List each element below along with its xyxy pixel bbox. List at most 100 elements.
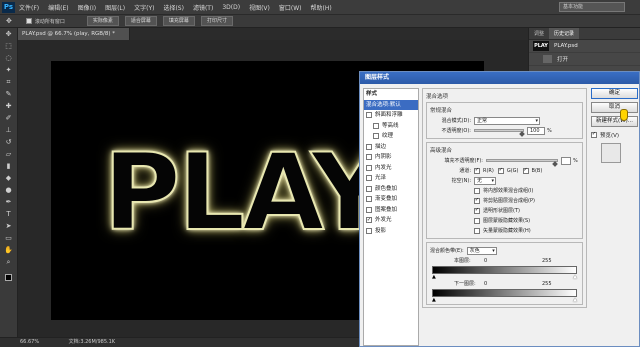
style-checkbox[interactable] <box>366 143 372 150</box>
underlying-layer-sliders[interactable]: ▲ ▲ <box>432 297 577 303</box>
advanced-option[interactable]: 将内部效果混合成组(I) <box>430 186 579 195</box>
new-style-button[interactable]: 新建样式(W)... <box>591 116 638 127</box>
fill-opacity-input[interactable] <box>561 156 571 165</box>
menu-edit[interactable]: 编辑(E) <box>48 3 68 12</box>
scroll-all-checkbox[interactable] <box>25 18 32 24</box>
advanced-option[interactable]: ✓ 透明形状图层(T) <box>430 206 579 215</box>
style-list-item[interactable]: 样式 <box>364 89 418 100</box>
style-checkbox[interactable] <box>366 112 372 119</box>
pen-tool-icon[interactable]: ✒ <box>3 197 15 208</box>
knockout-select[interactable]: 无 ▾ <box>474 176 496 185</box>
print-size-button[interactable]: 打印尺寸 <box>200 16 233 26</box>
move-tool-icon[interactable]: ✥ <box>3 29 15 40</box>
type-tool-icon[interactable]: T <box>3 209 15 220</box>
history-item-open[interactable]: 打开 <box>529 53 640 66</box>
workspace-selector[interactable]: 基本功能 <box>559 2 625 12</box>
menu-image[interactable]: 图像(I) <box>78 3 96 12</box>
opacity-input[interactable]: 100 <box>527 126 545 135</box>
style-checkbox-checked[interactable]: ✓ <box>366 217 372 224</box>
style-list-item[interactable]: 投影 <box>364 226 418 237</box>
style-checkbox[interactable] <box>366 154 372 161</box>
style-checkbox[interactable] <box>373 133 379 140</box>
cancel-button[interactable]: 取消 <box>591 102 638 113</box>
menu-window[interactable]: 窗口(W) <box>279 3 302 12</box>
advanced-option[interactable]: ✓ 将剪贴图层混合成组(P) <box>430 196 579 205</box>
scroll-all-windows-option[interactable]: 滚动所有窗口 <box>25 18 65 25</box>
style-checkbox[interactable] <box>366 227 372 234</box>
lasso-tool-icon[interactable]: ◌ <box>3 53 15 64</box>
brush-tool-icon[interactable]: ✐ <box>3 113 15 124</box>
style-list-item[interactable]: 纹理 <box>364 131 418 142</box>
document-tab[interactable]: PLAY.psd @ 66.7% (play, RGB/8) * <box>18 28 130 40</box>
option-checkbox[interactable] <box>474 227 480 234</box>
path-selection-tool-icon[interactable]: ➤ <box>3 221 15 232</box>
style-list-item[interactable]: 内发光 <box>364 163 418 174</box>
eraser-tool-icon[interactable]: ▱ <box>3 149 15 160</box>
menu-file[interactable]: 文件(F) <box>19 3 39 12</box>
tab-history[interactable]: 历史记录 <box>549 28 580 39</box>
this-layer-gradient[interactable] <box>432 266 577 274</box>
style-checkbox[interactable] <box>373 122 379 129</box>
this-layer-sliders[interactable]: ▲ ▲ <box>432 274 577 280</box>
option-checkbox-checked[interactable]: ✓ <box>474 207 480 214</box>
actual-pixels-button[interactable]: 实际像素 <box>86 16 119 26</box>
magic-wand-tool-icon[interactable]: ✦ <box>3 65 15 76</box>
style-list-item[interactable]: 光泽 <box>364 173 418 184</box>
option-checkbox[interactable] <box>474 217 480 224</box>
ok-button[interactable]: 确定 <box>591 88 638 99</box>
menu-type[interactable]: 文字(Y) <box>134 3 154 12</box>
style-list-item[interactable]: 内阴影 <box>364 152 418 163</box>
menu-select[interactable]: 选择(S) <box>163 3 184 12</box>
dodge-tool-icon[interactable]: ● <box>3 185 15 196</box>
zoom-level[interactable]: 66.67% <box>20 339 39 345</box>
preview-checkbox[interactable]: ✓ <box>591 131 597 138</box>
black-point-handle[interactable]: ▲ <box>432 274 436 280</box>
style-list-item[interactable]: 描边 <box>364 142 418 153</box>
opacity-slider[interactable] <box>474 129 525 137</box>
white-point-handle[interactable]: ▲ <box>573 297 577 303</box>
menu-layer[interactable]: 图层(L) <box>105 3 125 12</box>
style-list-item[interactable]: 等高线 <box>364 121 418 132</box>
channel-r-checkbox[interactable]: ✓ <box>474 167 480 174</box>
fit-screen-button[interactable]: 适合屏幕 <box>124 16 157 26</box>
style-list-item[interactable]: ✓ 外发光 <box>364 215 418 226</box>
style-checkbox[interactable] <box>366 175 372 182</box>
style-list-item[interactable]: 斜面和浮雕 <box>364 110 418 121</box>
marquee-tool-icon[interactable]: ⬚ <box>3 41 15 52</box>
blur-tool-icon[interactable]: ◆ <box>3 173 15 184</box>
shape-tool-icon[interactable]: ▭ <box>3 233 15 244</box>
option-checkbox[interactable] <box>474 187 480 194</box>
advanced-option[interactable]: 矢量蒙版隐藏效果(H) <box>430 226 579 235</box>
healing-tool-icon[interactable]: ✚ <box>3 101 15 112</box>
style-checkbox[interactable] <box>366 196 372 203</box>
menu-filter[interactable]: 滤镜(T) <box>193 3 213 12</box>
history-brush-tool-icon[interactable]: ↺ <box>3 137 15 148</box>
gradient-tool-icon[interactable]: ▮ <box>3 161 15 172</box>
preview-option[interactable]: ✓ 预览(V) <box>591 130 638 139</box>
style-checkbox[interactable] <box>366 164 372 171</box>
slider-handle[interactable] <box>519 131 525 137</box>
fill-opacity-slider[interactable] <box>486 159 558 167</box>
crop-tool-icon[interactable]: ⌗ <box>3 77 15 88</box>
white-point-handle[interactable]: ▲ <box>573 274 577 280</box>
stamp-tool-icon[interactable]: ⊥ <box>3 125 15 136</box>
style-checkbox[interactable] <box>366 185 372 192</box>
style-checkbox[interactable] <box>366 206 372 213</box>
blend-mode-select[interactable]: 正常 ▾ <box>474 116 540 125</box>
menu-3d[interactable]: 3D(D) <box>222 4 240 11</box>
advanced-option[interactable]: 图层蒙版隐藏效果(S) <box>430 216 579 225</box>
style-list-item[interactable]: 颜色叠加 <box>364 184 418 195</box>
channel-b-checkbox[interactable]: ✓ <box>522 167 529 174</box>
style-list-item[interactable]: 混合选项:默认 <box>364 99 418 110</box>
hand-tool-icon[interactable]: ✋ <box>3 245 15 256</box>
color-swatch-icon[interactable] <box>3 274 15 285</box>
style-list-item[interactable]: 渐变叠加 <box>364 194 418 205</box>
fill-screen-button[interactable]: 填充屏幕 <box>162 16 195 26</box>
channel-g-checkbox[interactable]: ✓ <box>497 167 504 174</box>
history-snapshot[interactable]: PLAY PLAY.psd <box>529 40 640 53</box>
dialog-title[interactable]: 图层样式 <box>360 72 639 84</box>
menu-view[interactable]: 视图(V) <box>249 3 270 12</box>
option-checkbox-checked[interactable]: ✓ <box>474 197 480 204</box>
zoom-tool-icon[interactable]: ⌕ <box>3 257 15 268</box>
style-list-item[interactable]: 图案叠加 <box>364 205 418 216</box>
